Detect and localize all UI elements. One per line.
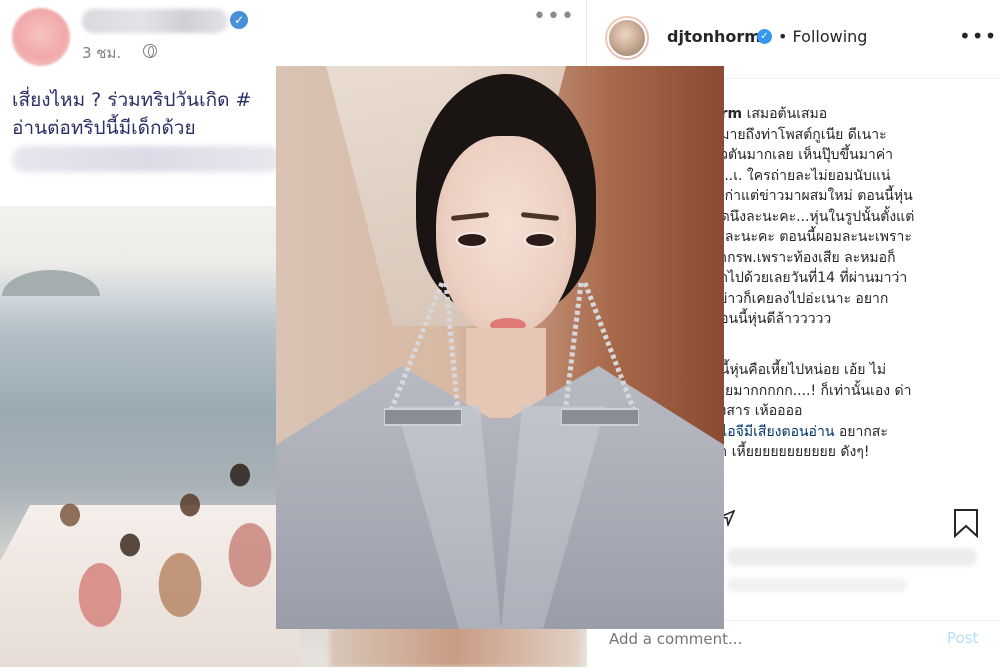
group-of-people bbox=[40, 455, 290, 655]
instagram-avatar[interactable] bbox=[605, 16, 649, 60]
blurred-likes bbox=[727, 548, 977, 566]
portrait-photo bbox=[276, 66, 724, 629]
more-options-icon[interactable]: ••• bbox=[959, 24, 997, 48]
blurred-date bbox=[727, 578, 907, 592]
caption-last-line: อ่า เหี้ยยยยยยยยยยย ดังๆ! bbox=[711, 444, 870, 460]
blurred-text-line bbox=[12, 146, 282, 172]
caption-link[interactable]: ห้ไอจีมีเสียงตอนอ่าน bbox=[711, 424, 834, 440]
instagram-caption: orm เสมอต้นเสมอ หมายถึงท่าโพสต์กูเนีย ดี… bbox=[711, 104, 993, 330]
verified-badge-icon: ✓ bbox=[230, 11, 248, 29]
blurred-page-name bbox=[82, 9, 228, 33]
caption-text: เสมอต้นเสมอ หมายถึงท่าโพสต์กูเนีย ดีเนาะ… bbox=[711, 106, 915, 327]
globe-icon bbox=[143, 44, 157, 58]
post-text: เสี่ยงไหม ? ร่วมทริปวันเกิด # อ่านต่อทริ… bbox=[12, 86, 251, 142]
post-comment-button[interactable]: Post bbox=[947, 629, 978, 647]
avatar-image bbox=[607, 18, 647, 58]
caption-text: ปนี้หุ่นคือเหี้ยไปหน่อย เอ้ย ไม่ เหี่ยมา… bbox=[711, 362, 912, 419]
post-text-line: เสี่ยงไหม ? ร่วมทริปวันเกิด # bbox=[12, 89, 252, 111]
bookmark-icon[interactable] bbox=[953, 508, 979, 538]
caption-link-tail: อยากสะ bbox=[834, 423, 888, 440]
more-options-icon[interactable]: ••• bbox=[533, 4, 575, 29]
instagram-caption-part2: ปนี้หุ่นคือเหี้ยไปหน่อย เอ้ย ไม่ เหี่ยมา… bbox=[711, 360, 993, 463]
eye-left bbox=[456, 232, 488, 248]
earring-right bbox=[561, 282, 639, 426]
post-text-line: อ่านต่อทริปนี้มีเด็กด้วย bbox=[12, 117, 196, 139]
following-button[interactable]: • Following bbox=[778, 27, 867, 46]
post-timestamp[interactable]: 3 ชม. bbox=[82, 41, 121, 65]
comment-input[interactable] bbox=[607, 629, 911, 649]
instagram-username[interactable]: djtonhorm bbox=[667, 27, 761, 46]
eye-right bbox=[524, 232, 556, 248]
verified-badge-icon: ✓ bbox=[757, 29, 772, 44]
earring-left bbox=[384, 282, 462, 426]
blurred-area bbox=[330, 625, 580, 667]
facebook-avatar[interactable] bbox=[12, 8, 70, 66]
